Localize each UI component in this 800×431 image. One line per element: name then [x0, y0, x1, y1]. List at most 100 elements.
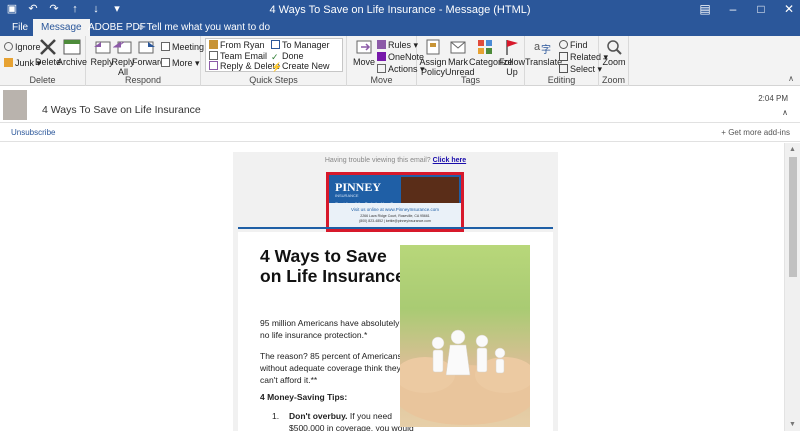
tell-me-label: Tell me what you want to do [146, 22, 271, 33]
junk-icon [4, 58, 13, 67]
forward-icon [138, 41, 155, 54]
actions-icon [377, 64, 386, 73]
tags-group-label: Tags [460, 75, 480, 85]
search-icon [559, 40, 568, 49]
pinney-banner[interactable]: PINNEY INSURANCE Providing all the Tools… [326, 172, 464, 232]
to-manager-icon [271, 40, 280, 49]
move-icon [356, 40, 372, 54]
archive-button[interactable]: Archive [57, 38, 87, 67]
quickstep-reply-delete[interactable]: Reply & Delete [209, 61, 280, 72]
title-bar: ▣ ↶ ↷ ↑ ↓ ▾ 4 Ways To Save on Life Insur… [0, 0, 800, 19]
find-button[interactable]: Find [559, 40, 588, 51]
archive-icon [63, 39, 81, 55]
close-button[interactable]: ✕ [782, 2, 796, 16]
scroll-up-icon[interactable]: ▲ [789, 146, 796, 153]
delete-icon [40, 39, 56, 55]
message-header: 4 Ways To Save on Life Insurance 2:04 PM… [0, 87, 800, 123]
tip-bold: Don't overbuy. [289, 411, 348, 421]
meeting-button[interactable]: Meeting [161, 42, 204, 53]
zoom-button[interactable]: Zoom [599, 38, 629, 67]
tips-heading: 4 Money-Saving Tips: [260, 392, 348, 402]
zoom-group-label: Zoom [601, 75, 625, 85]
related-icon [559, 52, 568, 61]
hands-illustration [400, 329, 530, 425]
categorize-button[interactable]: Categorize [469, 38, 513, 67]
window-title: 4 Ways To Save on Life Insurance - Messa… [269, 4, 531, 16]
svg-text:字: 字 [541, 43, 551, 56]
quickstep-from-ryan[interactable]: From Ryan [209, 40, 265, 51]
respond-group-label: Respond [124, 75, 162, 85]
select-button[interactable]: Select ▾ [559, 64, 602, 75]
logo-subtitle: INSURANCE [335, 193, 359, 198]
reply-all-icon [113, 41, 132, 54]
magnifier-icon [607, 40, 622, 55]
translate-icon: a字 [534, 41, 551, 56]
delete-group: Ignore Junk ▾ Delete Archive Delete [0, 36, 87, 86]
envelope-icon [450, 41, 466, 54]
assign-policy-button[interactable]: Assign Policy [419, 38, 447, 77]
flag-icon [506, 40, 518, 55]
reply-delete-icon [209, 61, 218, 70]
policy-icon [426, 39, 440, 55]
tab-file[interactable]: File [4, 19, 36, 36]
email-heading: 4 Ways to Save on Life Insurance [260, 246, 405, 286]
paragraph-1: 95 million Americans have absolutely no … [260, 318, 400, 340]
unsubscribe-link[interactable]: Unsubscribe [11, 128, 55, 137]
collapse-header-icon[interactable]: ∧ [782, 108, 788, 117]
info-bar: Unsubscribe + Get more add-ins [0, 124, 800, 142]
get-addins-button[interactable]: + Get more add-ins [721, 128, 790, 137]
family-hands-image [400, 245, 530, 427]
quickstep-to-manager[interactable]: To Manager [271, 40, 330, 51]
onenote-icon [377, 52, 386, 61]
vertical-scrollbar[interactable]: ▲ ▼ [784, 143, 800, 431]
list-number: 1. [272, 411, 280, 421]
ribbon-display-options-icon[interactable]: ▤ [698, 2, 712, 16]
email-body: Having trouble viewing this email? Click… [233, 152, 558, 431]
zoom-group: Zoom Zoom [599, 36, 629, 86]
maximize-button[interactable]: □ [754, 2, 768, 16]
translate-button[interactable]: a字 Translate [525, 38, 562, 67]
forward-button[interactable]: Forward [132, 38, 165, 67]
paragraph-2: The reason? 85 percent of Americans with… [260, 351, 402, 385]
respond-group: Reply Reply All Forward Meeting More ▾ R… [86, 36, 204, 86]
follow-up-button[interactable]: Follow Up [499, 38, 525, 77]
editing-group: a字 Translate Find Related ▾ Select ▾ Edi… [525, 36, 608, 86]
more-respond-button[interactable]: More ▾ [161, 58, 200, 69]
quickstep-create-new[interactable]: ⚡Create New [271, 61, 330, 72]
scroll-down-icon[interactable]: ▼ [789, 421, 796, 428]
message-subject: 4 Ways To Save on Life Insurance [42, 104, 201, 116]
editing-group-label: Editing [547, 75, 576, 85]
quick-steps-gallery: From Ryan Team Email Reply & Delete To M… [205, 38, 343, 72]
mark-unread-button[interactable]: Mark Unread [445, 38, 475, 77]
banner-website: Visit us online at www.PinneyInsurance.c… [351, 207, 439, 212]
trouble-viewing-notice: Having trouble viewing this email? Click… [324, 157, 467, 164]
lightbulb-icon: ○ [138, 22, 147, 33]
tags-group: Assign Policy Mark Unread Categorize Fol… [417, 36, 525, 86]
email-icon [209, 51, 218, 60]
move-button[interactable]: Move [349, 38, 379, 67]
categorize-icon [478, 40, 492, 54]
rules-button[interactable]: Rules ▾ [377, 40, 418, 51]
cursor-icon [559, 64, 568, 73]
minimize-button[interactable]: – [726, 2, 740, 16]
rules-icon [377, 40, 386, 49]
banner-photo [401, 177, 459, 205]
tell-me-search[interactable]: ○ Tell me what you want to do [130, 19, 278, 36]
message-time: 2:04 PM [758, 94, 788, 103]
collapse-ribbon-icon[interactable]: ∧ [788, 74, 794, 83]
quick-steps-group-label: Quick Steps [249, 75, 298, 85]
banner-address: 2266 Lava Ridge Court, Roseville, CA 956… [359, 214, 431, 223]
lightning-icon: ⚡ [271, 62, 283, 72]
ribbon: Ignore Junk ▾ Delete Archive Delete Repl… [0, 36, 800, 86]
folder-icon [209, 40, 218, 49]
meeting-icon [161, 42, 170, 51]
scrollbar-thumb[interactable] [789, 157, 797, 277]
divider [238, 227, 553, 229]
svg-text:a: a [534, 41, 541, 53]
ribbon-tab-bar: File Message ADOBE PDF ○ Tell me what yo… [0, 19, 800, 36]
email-content: 4 Ways to Save on Life Insurance 95 mill… [238, 232, 553, 431]
delete-group-label: Delete [29, 75, 56, 85]
click-here-link[interactable]: Click here [433, 157, 466, 164]
more-icon [161, 58, 170, 67]
move-group-label: Move [370, 75, 393, 85]
